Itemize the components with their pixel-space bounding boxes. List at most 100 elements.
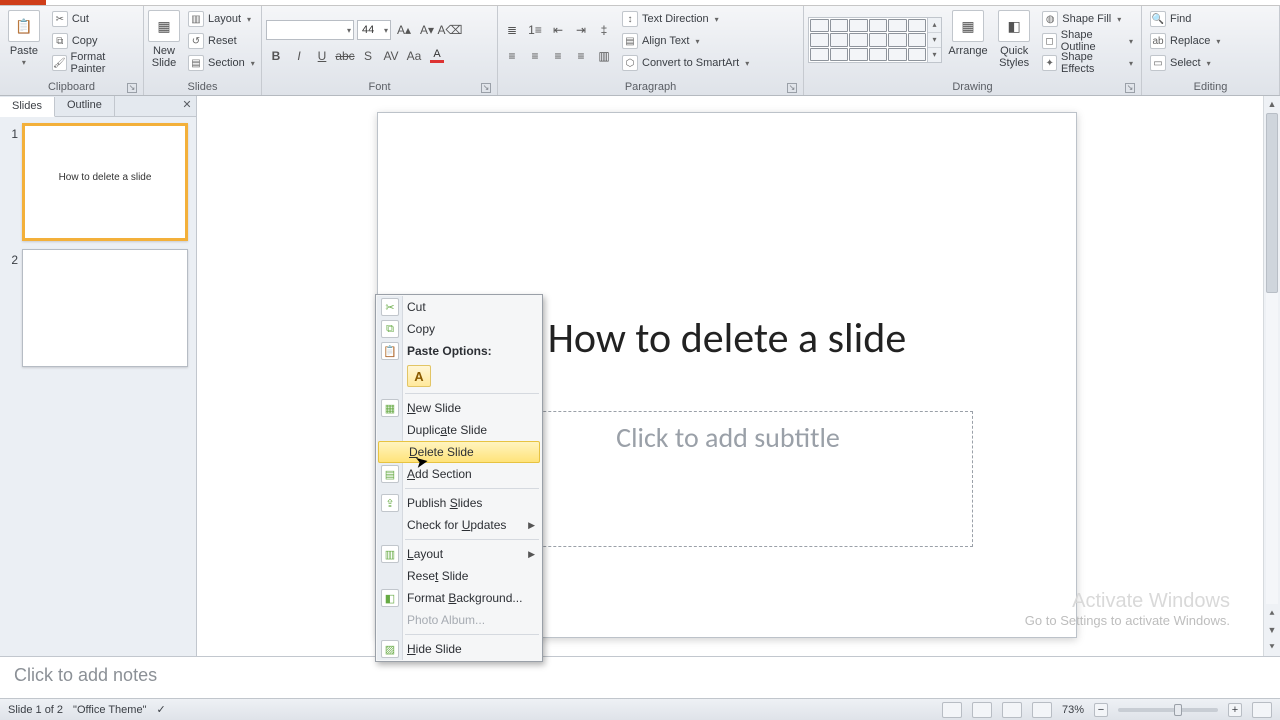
- find-button[interactable]: 🔍Find: [1146, 9, 1224, 29]
- zoom-percent[interactable]: 73%: [1062, 704, 1084, 716]
- thumbnail-1[interactable]: 1 How to delete a slide: [4, 123, 192, 241]
- slideshow-view-button[interactable]: [1032, 702, 1052, 718]
- align-text-button[interactable]: ▤Align Text: [618, 31, 753, 51]
- tab-slides[interactable]: Slides: [0, 97, 55, 117]
- notes-pane[interactable]: Click to add notes: [0, 656, 1280, 698]
- text-direction-label: Text Direction: [642, 13, 709, 25]
- group-paragraph: ≣ 1≡ ⇤ ⇥ ‡ ≡ ≡ ≡ ≡ ▥ ↕Text Direction ▤Al…: [498, 6, 804, 95]
- sorter-view-button[interactable]: [972, 702, 992, 718]
- new-slide-button[interactable]: ▦ New Slide: [148, 8, 180, 74]
- paste-button[interactable]: 📋 Paste ▾: [4, 8, 44, 74]
- thumbnail-2[interactable]: 2: [4, 249, 192, 367]
- reset-button[interactable]: ↺Reset: [184, 31, 259, 51]
- ctx-copy[interactable]: ⧉Copy: [377, 318, 541, 340]
- prev-slide-icon[interactable]: ⯅: [1264, 605, 1280, 622]
- bold-button[interactable]: B: [266, 46, 286, 66]
- thumbnail-slide[interactable]: [22, 249, 188, 367]
- replace-button[interactable]: abReplace: [1146, 31, 1224, 51]
- shape-fill-button[interactable]: ◍Shape Fill: [1038, 9, 1137, 29]
- gallery-scroll[interactable]: ▴▾▾: [928, 17, 942, 63]
- change-case-button[interactable]: Aa: [404, 46, 424, 66]
- section-button[interactable]: ▤Section: [184, 53, 259, 73]
- text-direction-button[interactable]: ↕Text Direction: [618, 9, 753, 29]
- ctx-new-slide[interactable]: ▦New Slide: [377, 397, 541, 419]
- ctx-cut[interactable]: ✂Cut: [377, 296, 541, 318]
- smartart-button[interactable]: ⬡Convert to SmartArt: [618, 53, 753, 73]
- next-slide-icon[interactable]: ⯆: [1264, 639, 1280, 656]
- align-right-button[interactable]: ≡: [548, 46, 568, 66]
- inc-indent-button[interactable]: ⇥: [571, 20, 591, 40]
- file-tab[interactable]: [0, 0, 46, 5]
- ctx-add-section[interactable]: ▤Add Section: [377, 463, 541, 485]
- dialog-launcher-icon[interactable]: ↘: [1125, 83, 1135, 93]
- underline-button[interactable]: U: [312, 46, 332, 66]
- dec-indent-button[interactable]: ⇤: [548, 20, 568, 40]
- italic-button[interactable]: I: [289, 46, 309, 66]
- vertical-scrollbar[interactable]: ▲ ⯅ ▼ ⯆: [1263, 96, 1280, 656]
- grow-font-icon[interactable]: A▴: [394, 20, 414, 40]
- zoom-knob[interactable]: [1174, 704, 1182, 716]
- clear-format-icon[interactable]: A⌫: [440, 20, 460, 40]
- reading-view-button[interactable]: [1002, 702, 1022, 718]
- dialog-launcher-icon[interactable]: ↘: [787, 83, 797, 93]
- ctx-delete-slide[interactable]: Delete Slide: [378, 441, 540, 463]
- align-center-button[interactable]: ≡: [525, 46, 545, 66]
- tab-outline[interactable]: Outline: [55, 96, 115, 116]
- line-spacing-button[interactable]: ‡: [594, 20, 614, 40]
- zoom-in-button[interactable]: +: [1228, 703, 1242, 717]
- shadow-button[interactable]: S: [358, 46, 378, 66]
- copy-button[interactable]: ⧉Copy: [48, 31, 139, 51]
- shape-effects-button[interactable]: ✦Shape Effects: [1038, 53, 1137, 73]
- ctx-duplicate-slide[interactable]: Duplicate Slide: [377, 419, 541, 441]
- shrink-font-icon[interactable]: A▾: [417, 20, 437, 40]
- paste-keep-formatting-button[interactable]: A: [407, 365, 431, 387]
- subtitle-placeholder-text: Click to add subtitle: [484, 412, 972, 455]
- ctx-publish-slides[interactable]: ⇪Publish Slides: [377, 492, 541, 514]
- panel-tabs: Slides Outline ✕: [0, 96, 196, 117]
- shapes-gallery[interactable]: [808, 17, 928, 63]
- zoom-slider[interactable]: [1118, 708, 1218, 712]
- hide-icon: ▨: [381, 640, 399, 658]
- dialog-launcher-icon[interactable]: ↘: [481, 83, 491, 93]
- scroll-up-icon[interactable]: ▲: [1264, 96, 1280, 113]
- font-size-combo[interactable]: 44: [357, 20, 391, 40]
- layout-icon: ▥: [188, 11, 204, 27]
- home-tab[interactable]: [46, 0, 114, 5]
- font-name-combo[interactable]: [266, 20, 354, 40]
- submenu-arrow-icon: ▶: [528, 549, 535, 560]
- select-button[interactable]: ▭Select: [1146, 53, 1224, 73]
- scroll-thumb[interactable]: [1266, 113, 1278, 293]
- fit-to-window-button[interactable]: [1252, 702, 1272, 718]
- spellcheck-icon[interactable]: ✓: [156, 703, 165, 716]
- bullets-button[interactable]: ≣: [502, 20, 522, 40]
- scroll-down-icon[interactable]: ▼: [1264, 622, 1280, 639]
- ctx-reset-slide[interactable]: Reset Slide: [377, 565, 541, 587]
- arrange-button[interactable]: ▦Arrange: [946, 8, 990, 74]
- strike-button[interactable]: abc: [335, 46, 355, 66]
- submenu-arrow-icon: ▶: [528, 520, 535, 531]
- justify-button[interactable]: ≡: [571, 46, 591, 66]
- shape-outline-button[interactable]: ◻Shape Outline: [1038, 31, 1137, 51]
- align-left-button[interactable]: ≡: [502, 46, 522, 66]
- thumbnail-slide[interactable]: How to delete a slide: [22, 123, 188, 241]
- select-label: Select: [1170, 57, 1201, 69]
- ctx-layout[interactable]: ▥Layout▶: [377, 543, 541, 565]
- ctx-hide-slide[interactable]: ▨Hide Slide: [377, 638, 541, 660]
- cut-button[interactable]: ✂Cut: [48, 9, 139, 29]
- normal-view-button[interactable]: [942, 702, 962, 718]
- numbering-button[interactable]: 1≡: [525, 20, 545, 40]
- arrange-label: Arrange: [948, 45, 987, 57]
- format-painter-button[interactable]: 🖌Format Painter: [48, 53, 139, 73]
- dialog-launcher-icon[interactable]: ↘: [127, 83, 137, 93]
- ctx-check-updates[interactable]: Check for Updates▶: [377, 514, 541, 536]
- panel-close-button[interactable]: ✕: [178, 96, 196, 116]
- char-spacing-button[interactable]: AV: [381, 46, 401, 66]
- subtitle-placeholder[interactable]: Click to add subtitle: [483, 411, 973, 547]
- find-label: Find: [1170, 13, 1191, 25]
- layout-button[interactable]: ▥Layout: [184, 9, 259, 29]
- columns-button[interactable]: ▥: [594, 46, 614, 66]
- quick-styles-button[interactable]: ◧Quick Styles: [994, 8, 1034, 74]
- ctx-format-background[interactable]: ◧Format Background...: [377, 587, 541, 609]
- font-color-button[interactable]: A: [427, 46, 447, 66]
- zoom-out-button[interactable]: −: [1094, 703, 1108, 717]
